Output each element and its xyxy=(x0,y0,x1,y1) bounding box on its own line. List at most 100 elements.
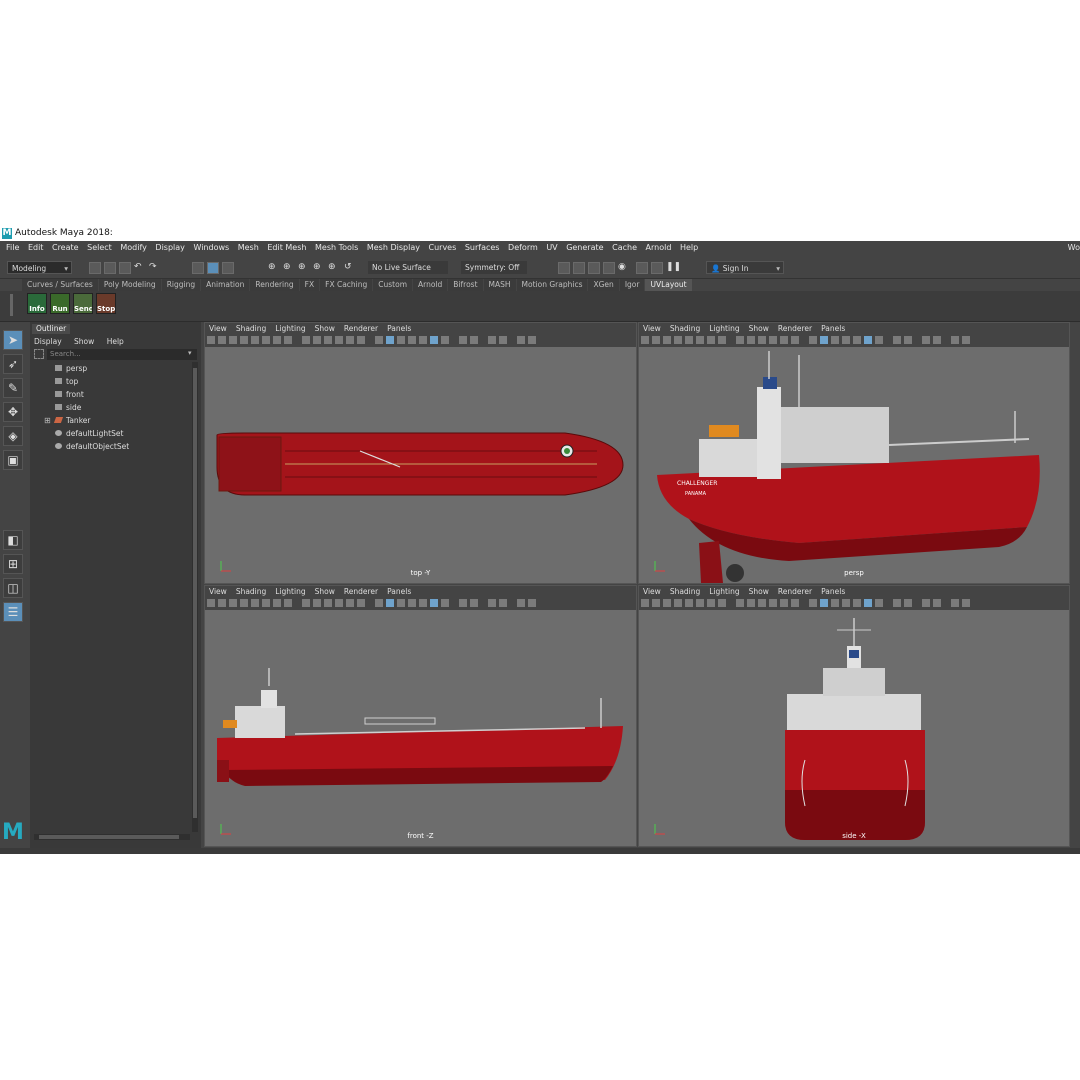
color-management-icon[interactable] xyxy=(488,336,496,344)
tab-rigging[interactable]: Rigging xyxy=(161,279,201,291)
film-gate-icon[interactable] xyxy=(262,336,270,344)
anti-aliasing-icon[interactable] xyxy=(430,336,438,344)
select-tool-icon[interactable]: ➤ xyxy=(3,330,23,350)
rotate-tool-icon[interactable]: ◈ xyxy=(3,426,23,446)
tab-bifrost[interactable]: Bifrost xyxy=(448,279,483,291)
tab-motion-graphics[interactable]: Motion Graphics xyxy=(516,279,588,291)
anti-aliasing-icon[interactable] xyxy=(864,599,872,607)
viewport-layout-icon[interactable] xyxy=(951,336,959,344)
scrollbar-thumb[interactable] xyxy=(39,835,179,839)
ambient-occlusion-icon[interactable] xyxy=(853,336,861,344)
shadows-icon[interactable] xyxy=(791,336,799,344)
viewport-menu-renderer[interactable]: Renderer xyxy=(344,587,378,596)
tab-rendering[interactable]: Rendering xyxy=(250,279,299,291)
image-plane-icon[interactable] xyxy=(674,336,682,344)
outliner-horizontal-scrollbar[interactable] xyxy=(34,834,190,840)
menu-uv[interactable]: UV xyxy=(546,243,557,252)
viewport-menu-renderer[interactable]: Renderer xyxy=(778,587,812,596)
camera-select-icon[interactable] xyxy=(207,336,215,344)
outliner-tab[interactable]: Outliner xyxy=(32,324,71,334)
menu-windows[interactable]: Windows xyxy=(193,243,229,252)
exposure-icon[interactable] xyxy=(893,336,901,344)
menu-file[interactable]: File xyxy=(6,243,19,252)
panel-settings-icon[interactable] xyxy=(962,599,970,607)
smooth-shade-icon[interactable] xyxy=(313,336,321,344)
shelf-stop-button[interactable]: Stop xyxy=(96,293,116,314)
shadows-icon[interactable] xyxy=(791,599,799,607)
menu-edit[interactable]: Edit xyxy=(28,243,44,252)
grid-icon[interactable] xyxy=(251,599,259,607)
color-management-icon[interactable] xyxy=(922,336,930,344)
backface-culling-icon[interactable] xyxy=(408,336,416,344)
color-space-icon[interactable] xyxy=(933,336,941,344)
use-lights-icon[interactable] xyxy=(346,599,354,607)
hypershade-icon[interactable]: ◉ xyxy=(618,261,626,273)
resolution-gate-icon[interactable] xyxy=(707,599,715,607)
gamma-icon[interactable] xyxy=(470,599,478,607)
viewport-side[interactable]: View Shading Lighting Show Renderer Panels si… xyxy=(638,585,1070,847)
snap-surface-icon[interactable]: ↺ xyxy=(344,261,352,273)
xray-icon[interactable] xyxy=(386,336,394,344)
bookmark-icon[interactable] xyxy=(663,599,671,607)
viewport-menu-renderer[interactable]: Renderer xyxy=(778,324,812,333)
film-gate-icon[interactable] xyxy=(696,336,704,344)
select-by-object-icon[interactable] xyxy=(207,262,219,274)
color-management-icon[interactable] xyxy=(488,599,496,607)
use-lights-icon[interactable] xyxy=(780,599,788,607)
bookmark-icon[interactable] xyxy=(229,336,237,344)
light-editor-icon[interactable] xyxy=(651,262,663,274)
list-item[interactable]: defaultLightSet xyxy=(34,427,194,440)
viewport-menu-view[interactable]: View xyxy=(643,587,661,596)
viewport-top[interactable]: View Shading Lighting Show Renderer Panels to… xyxy=(204,322,637,584)
list-item[interactable]: persp xyxy=(34,362,194,375)
backface-culling-icon[interactable] xyxy=(842,599,850,607)
expand-icon[interactable]: ⊞ xyxy=(44,414,51,427)
viewport-menu-shading[interactable]: Shading xyxy=(236,324,266,333)
tab-fx-caching[interactable]: FX Caching xyxy=(320,279,373,291)
depth-of-field-icon[interactable] xyxy=(875,336,883,344)
outliner-menu-help[interactable]: Help xyxy=(107,337,124,346)
panel-settings-icon[interactable] xyxy=(528,599,536,607)
resolution-gate-icon[interactable] xyxy=(273,599,281,607)
list-item[interactable]: front xyxy=(34,388,194,401)
color-space-icon[interactable] xyxy=(499,599,507,607)
film-gate-icon[interactable] xyxy=(262,599,270,607)
camera-select-icon[interactable] xyxy=(207,599,215,607)
viewport-menu-panels[interactable]: Panels xyxy=(387,324,411,333)
tab-custom[interactable]: Custom xyxy=(373,279,413,291)
lasso-tool-icon[interactable]: ➶ xyxy=(3,354,23,374)
bookmark-icon[interactable] xyxy=(229,599,237,607)
sign-in-button[interactable]: 👤 Sign In ▾ xyxy=(706,261,784,274)
gamma-icon[interactable] xyxy=(470,336,478,344)
wireframe-icon[interactable] xyxy=(736,336,744,344)
camera-attributes-icon[interactable] xyxy=(218,599,226,607)
default-material-icon[interactable] xyxy=(324,599,332,607)
viewport-menu-panels[interactable]: Panels xyxy=(387,587,411,596)
shadows-icon[interactable] xyxy=(357,336,365,344)
depth-of-field-icon[interactable] xyxy=(875,599,883,607)
viewport-menu-lighting[interactable]: Lighting xyxy=(709,324,739,333)
grid-icon[interactable] xyxy=(685,599,693,607)
viewport-menu-panels[interactable]: Panels xyxy=(821,324,845,333)
textured-icon[interactable] xyxy=(335,336,343,344)
menu-mesh[interactable]: Mesh xyxy=(238,243,259,252)
outliner-menu-show[interactable]: Show xyxy=(74,337,94,346)
snap-live-icon[interactable]: ⊕ xyxy=(328,261,336,273)
exposure-icon[interactable] xyxy=(459,599,467,607)
render-frame-icon[interactable] xyxy=(573,262,585,274)
resolution-gate-icon[interactable] xyxy=(273,336,281,344)
workspace-label[interactable]: Wo xyxy=(1068,241,1080,254)
viewport-menu-view[interactable]: View xyxy=(209,587,227,596)
smooth-shade-icon[interactable] xyxy=(747,336,755,344)
menu-generate[interactable]: Generate xyxy=(566,243,603,252)
menu-display[interactable]: Display xyxy=(155,243,185,252)
color-space-icon[interactable] xyxy=(499,336,507,344)
xray-joints-icon[interactable] xyxy=(831,599,839,607)
anti-aliasing-icon[interactable] xyxy=(430,599,438,607)
smooth-shade-icon[interactable] xyxy=(747,599,755,607)
viewport-menu-view[interactable]: View xyxy=(209,324,227,333)
tab-arnold[interactable]: Arnold xyxy=(413,279,448,291)
four-view-layout-icon[interactable]: ⊞ xyxy=(3,554,23,574)
isolate-select-icon[interactable] xyxy=(809,336,817,344)
exposure-icon[interactable] xyxy=(459,336,467,344)
